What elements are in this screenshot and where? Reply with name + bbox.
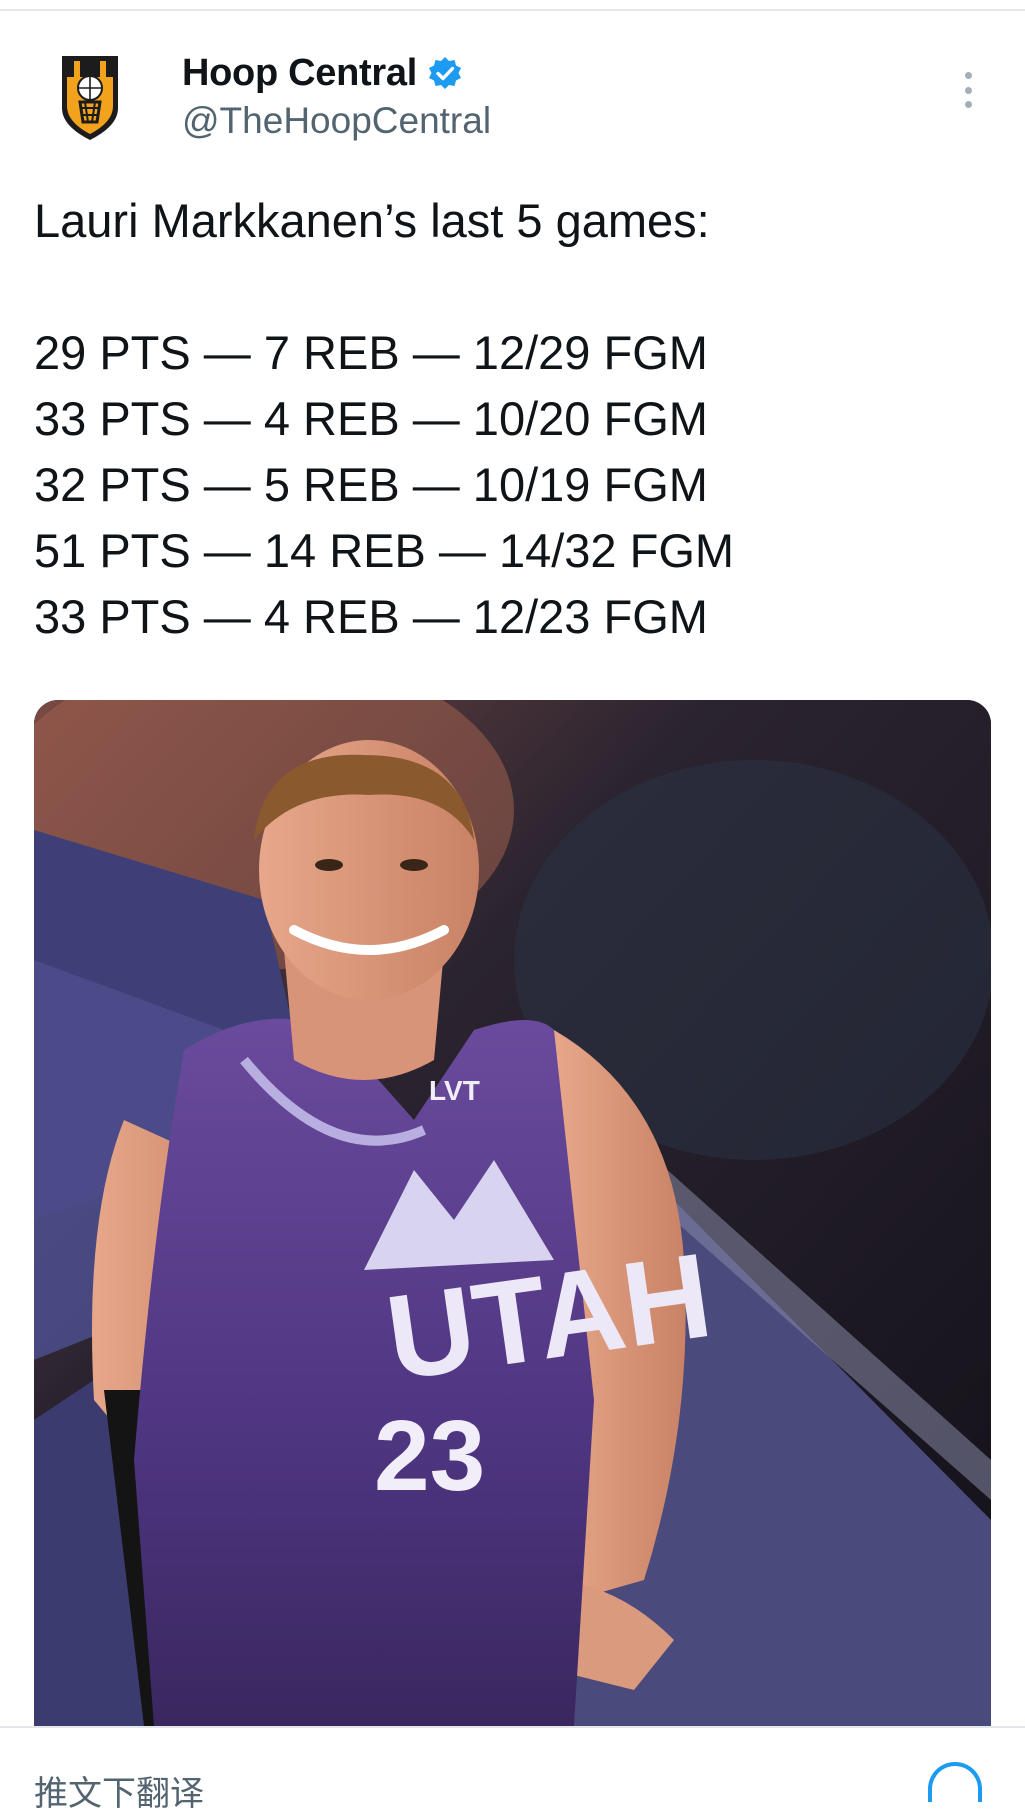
avatar[interactable] — [40, 46, 140, 146]
game-line: 51 PTS — 14 REB — 14/32 FGM — [34, 524, 735, 577]
shield-basketball-logo-icon — [62, 56, 118, 140]
tweet-intro: Lauri Markkanen’s last 5 games: — [34, 194, 710, 247]
more-options-button[interactable] — [950, 66, 986, 114]
game-line: 32 PTS — 5 REB — 10/19 FGM — [34, 458, 708, 511]
game-line: 29 PTS — 7 REB — 12/29 FGM — [34, 326, 708, 379]
tweet-header: Hoop Central @TheHoopCentral — [0, 0, 1025, 170]
more-dot-icon — [964, 101, 972, 108]
tweet-text: Lauri Markkanen’s last 5 games: 29 PTS —… — [34, 188, 984, 650]
name-row: Hoop Central — [182, 50, 463, 96]
more-dot-icon — [964, 86, 972, 94]
line-spacer — [34, 254, 984, 320]
translate-link[interactable]: 推文下翻译 — [34, 1766, 204, 1815]
handle[interactable]: @TheHoopCentral — [182, 100, 491, 142]
verified-badge-icon — [427, 55, 463, 91]
more-dot-icon — [964, 72, 972, 79]
game-line: 33 PTS — 4 REB — 12/23 FGM — [34, 590, 708, 643]
display-name[interactable]: Hoop Central — [182, 52, 417, 95]
tweet-photo[interactable]: UTAH 23 LVT — [34, 700, 991, 1726]
jersey-patch-text: LVT — [429, 1075, 480, 1106]
jersey-number-text: 23 — [374, 1400, 485, 1512]
game-line: 33 PTS — 4 REB — 10/20 FGM — [34, 392, 708, 445]
